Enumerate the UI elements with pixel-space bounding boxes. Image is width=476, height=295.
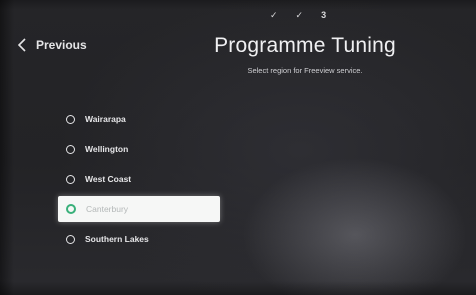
progress-step-1-check-icon: ✓ [270,10,278,20]
radio-focused-icon [66,204,76,214]
page-subtitle: Select region for Freeview service. [247,66,363,75]
region-option-southern-lakes[interactable]: Southern Lakes [58,226,220,252]
region-option-label: Wairarapa [85,114,126,124]
progress-step-2-check-icon: ✓ [295,10,304,20]
region-option-label: Wellington [85,144,129,154]
previous-button-label: Previous [36,38,87,52]
region-option-wairarapa[interactable]: Wairarapa [58,106,220,132]
page-title: Programme Tuning [214,34,396,57]
radio-unselected-icon [66,114,75,124]
setup-progress-indicator: ✓ ✓ 3 [270,10,326,21]
region-option-wellington[interactable]: Wellington [58,136,220,162]
region-list: Wairarapa Wellington West Coast Canterbu… [58,106,220,256]
region-option-label: West Coast [85,174,132,184]
radio-unselected-icon [66,234,75,244]
region-option-label: Southern Lakes [85,234,149,244]
radio-unselected-icon [66,174,75,184]
region-option-west-coast[interactable]: West Coast [58,166,220,192]
tv-setup-screen: ✓ ✓ 3 Previous Programme Tuning Select r… [0,0,476,295]
region-option-label: Canterbury [86,204,129,214]
chevron-left-icon [18,38,26,52]
radio-unselected-icon [66,144,75,154]
region-option-canterbury[interactable]: Canterbury [58,196,220,222]
progress-step-3-number: 3 [321,10,327,20]
previous-button[interactable]: Previous [18,38,87,52]
